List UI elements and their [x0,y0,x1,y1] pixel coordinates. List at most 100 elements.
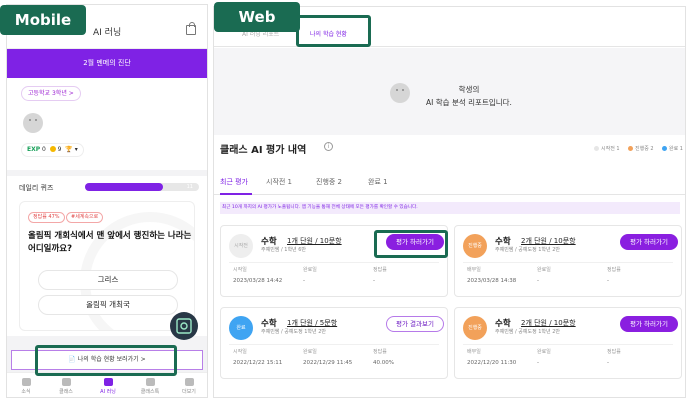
col-head: 완료일 [303,267,317,273]
mobile-header-title: AI 러닝 [93,28,122,38]
trophy-dropdown: ▾ [74,146,78,153]
quiz-progress-fill [85,183,163,191]
ar-scan-icon [176,318,192,334]
col-value: - [537,360,539,366]
assessment-card: 완료 수학 1개 단원 / 5문항 주예빈쌤 / 공예도정 1학년 2반 평가 … [220,307,448,379]
exp-value: 0 [42,146,46,153]
col-value: 2022/12/20 11:30 [467,360,517,366]
avatar [390,83,410,103]
filter-tab-not-started[interactable]: 시작전 1 [266,177,292,187]
ai-icon [103,378,113,386]
col-head: 완료일 [537,349,551,355]
info-icon[interactable]: i [324,142,333,151]
nav-item-class[interactable]: 클래스 [51,378,81,395]
hero-student-line: 학생의 [458,85,480,94]
filter-tab-done[interactable]: 완료 1 [368,177,388,187]
grid-icon [61,378,71,386]
nav-label: AI 러닝 [100,389,116,395]
col-head: 배부일 [467,267,481,273]
divider [463,344,673,345]
col-head: 정답률 [373,267,387,273]
status-badge: 진행중 [463,234,487,258]
mobile-screen: AI 러닝 2월 멘메의 진단 고등학교 3학년 > EXP 0 9 🏆 ▾ 데… [6,4,208,398]
quiz-progress-value: 11 [186,184,193,190]
daily-quiz-section: 데일리 퀴즈 11 정답률 47% #세계속으로 올림픽 개회식에서 맨 앞에서… [7,176,207,336]
col-head: 완료일 [303,349,317,355]
highlight-web-tab [296,15,371,47]
units-link[interactable]: 2개 단원 / 10문항 [521,236,576,246]
web-screen: AI 러닝 리포트 나의 학습 현황 학생의 AI 학습 분석 리포트입니다. … [213,6,686,398]
answer-rate-tag: 정답률 47% [28,212,65,223]
status-badge: 진행중 [463,316,487,340]
assessment-card: 진행중 수학 2개 단원 / 10문항 주예빈쌤 / 공예도정 1학년 2반 평… [454,307,682,379]
col-value: - [373,278,375,284]
quiz-option-2[interactable]: 올림픽 개최국 [38,295,178,315]
col-head: 시작일 [233,349,247,355]
view-results-button[interactable]: 평가 결과보기 [386,316,444,332]
chat-icon [145,378,155,386]
filter-tabs: 최근 평가 시작전 1 진행중 2 완료 1 [214,173,685,195]
teacher-class: 주예빈쌤 / 공예도정 1학년 2반 [261,329,327,335]
divider [229,344,439,345]
col-value: - [303,278,305,284]
shopping-bag-icon[interactable] [186,22,196,35]
col-value: - [537,278,539,284]
quiz-question: 올림픽 개회식에서 맨 앞에서 행진하는 나라는 어디일까요? [28,231,192,254]
filter-tab-in-progress[interactable]: 진행중 2 [316,177,342,187]
units-link[interactable]: 2개 단원 / 10문항 [521,318,576,328]
nav-item-more[interactable]: 더보기 [174,378,204,395]
notice-bar: 최근 10개 까지의 AI 평가가 노출됩니다. 앱 기능을 통해 전체 상태에… [220,202,680,214]
filter-tab-recent[interactable]: 최근 평가 [220,177,248,187]
col-head: 정답률 [373,349,387,355]
highlight-web-button [374,230,448,258]
diagnosis-banner[interactable]: 2월 멘메의 진단 [7,49,207,78]
col-value: 2022/12/22 15:11 [233,360,283,366]
more-icon [184,378,194,386]
teacher-class: 주예빈쌤 / 공예도정 1학년 2반 [495,247,561,253]
nav-item-classtalk[interactable]: 클래스톡 [135,378,165,395]
col-head: 시작일 [233,267,247,273]
coin-icon [49,146,56,152]
legend-label: 완료 1 [669,146,683,152]
active-filter-indicator [220,193,252,195]
profile-section: 고등학교 3학년 > EXP 0 9 🏆 ▾ [7,78,207,170]
col-value: 2023/03/28 14:42 [233,278,283,284]
quiz-card: 정답률 47% #세계속으로 올림픽 개회식에서 맨 앞에서 행진하는 나라는 … [19,201,195,331]
stats-pill[interactable]: EXP 0 9 🏆 ▾ [21,143,84,157]
avatar [23,113,43,133]
ar-scan-button[interactable] [170,312,198,340]
hero-report-line: AI 학습 분석 리포트입니다. [426,98,512,107]
status-badge: 시작전 [229,234,253,258]
nav-item-news[interactable]: 소식 [11,378,41,395]
teacher-class: 주예빈쌤 / 공예도정 1학년 2반 [495,329,561,335]
quiz-progress-bar: 11 [85,183,199,191]
report-hero: 학생의 AI 학습 분석 리포트입니다. [214,48,685,135]
col-head: 완료일 [537,267,551,273]
quiz-option-1[interactable]: 그리스 [38,270,178,290]
nav-label: 소식 [21,389,31,395]
col-head: 배부일 [467,349,481,355]
start-assessment-button[interactable]: 평가 하러가기 [620,316,678,332]
assessment-card: 진행중 수학 2개 단원 / 10문항 주예빈쌤 / 공예도정 1학년 2반 평… [454,225,682,297]
legend-in-progress: 진행중 2 [628,145,654,152]
nav-item-ai-learning[interactable]: AI 러닝 [93,378,123,395]
nav-label: 더보기 [182,389,196,395]
col-value: 2023/03/28 14:38 [467,278,517,284]
dot-icon [628,146,633,151]
status-badge: 완료 [229,316,253,340]
col-head: 정답률 [607,267,621,273]
divider [229,262,439,263]
grade-chip[interactable]: 고등학교 3학년 > [21,86,81,101]
legend-label: 시작전 1 [601,146,620,152]
col-value: 2022/12/29 11:45 [303,360,353,366]
comparison-page: AI 러닝 2월 멘메의 진단 고등학교 3학년 > EXP 0 9 🏆 ▾ 데… [0,0,688,400]
start-assessment-button[interactable]: 평가 하러가기 [620,234,678,250]
units-link[interactable]: 1개 단원 / 10문항 [287,236,342,246]
news-icon [21,378,31,386]
divider [463,262,673,263]
coin-value: 9 [57,146,62,153]
col-value: 40.00% [373,360,394,366]
col-value: - [607,278,609,284]
units-link[interactable]: 1개 단원 / 5문항 [287,318,337,328]
legend-done: 완료 1 [662,145,683,152]
